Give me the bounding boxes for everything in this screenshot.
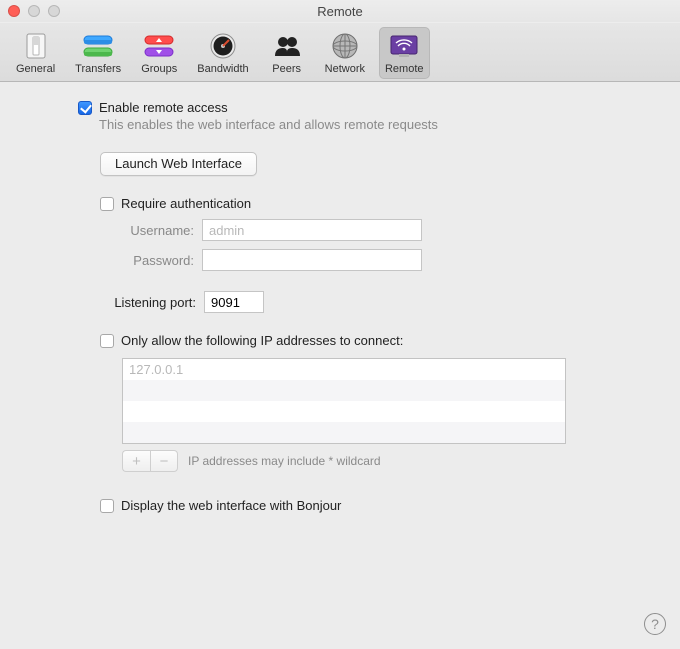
tab-remote[interactable]: Remote [379,27,430,79]
ip-address-list[interactable]: 127.0.0.1 [122,358,566,444]
switch-icon [19,31,53,61]
zoom-window-button[interactable] [48,5,60,17]
tab-groups[interactable]: Groups [135,27,183,79]
username-input[interactable] [202,219,422,241]
tab-label: General [16,63,55,75]
ip-row [123,422,565,443]
tab-label: Bandwidth [197,63,248,75]
require-auth-checkbox[interactable] [100,197,114,211]
remove-ip-button[interactable]: − [150,450,178,472]
bonjour-checkbox[interactable] [100,499,114,513]
tab-label: Peers [272,63,301,75]
listening-port-input[interactable] [204,291,264,313]
tab-label: Groups [141,63,177,75]
tab-label: Network [325,63,365,75]
tab-label: Transfers [75,63,121,75]
tab-peers[interactable]: Peers [263,27,311,79]
groups-icon [142,31,176,61]
bonjour-label: Display the web interface with Bonjour [121,498,341,513]
titlebar: Remote [0,0,680,23]
gauge-icon [206,31,240,61]
remote-icon [387,31,421,61]
listening-port-label: Listening port: [78,295,196,310]
enable-remote-checkbox[interactable] [78,101,92,115]
remote-settings-pane: Enable remote access This enables the we… [0,82,680,513]
preferences-toolbar: General Transfers Groups [0,23,680,82]
ip-allowlist-checkbox[interactable] [100,334,114,348]
globe-icon [328,31,362,61]
add-ip-button[interactable]: + [122,450,150,472]
help-button[interactable]: ? [644,613,666,635]
enable-remote-subtext: This enables the web interface and allow… [99,117,652,132]
enable-remote-label: Enable remote access [99,100,228,115]
password-label: Password: [100,253,194,268]
transfers-icon [81,31,115,61]
peers-icon [270,31,304,61]
tab-transfers[interactable]: Transfers [69,27,127,79]
ip-row[interactable]: 127.0.0.1 [123,359,565,380]
username-label: Username: [100,223,194,238]
ip-wildcard-footnote: IP addresses may include * wildcard [188,454,381,468]
ip-allowlist-label: Only allow the following IP addresses to… [121,333,403,348]
tab-general[interactable]: General [10,27,61,79]
ip-row [123,380,565,401]
tab-bandwidth[interactable]: Bandwidth [191,27,254,79]
launch-web-interface-button[interactable]: Launch Web Interface [100,152,257,176]
tab-label: Remote [385,63,424,75]
tab-network[interactable]: Network [319,27,371,79]
minimize-window-button[interactable] [28,5,40,17]
window-title: Remote [0,4,680,19]
require-auth-label: Require authentication [121,196,251,211]
close-window-button[interactable] [8,5,20,17]
password-input[interactable] [202,249,422,271]
ip-row [123,401,565,422]
